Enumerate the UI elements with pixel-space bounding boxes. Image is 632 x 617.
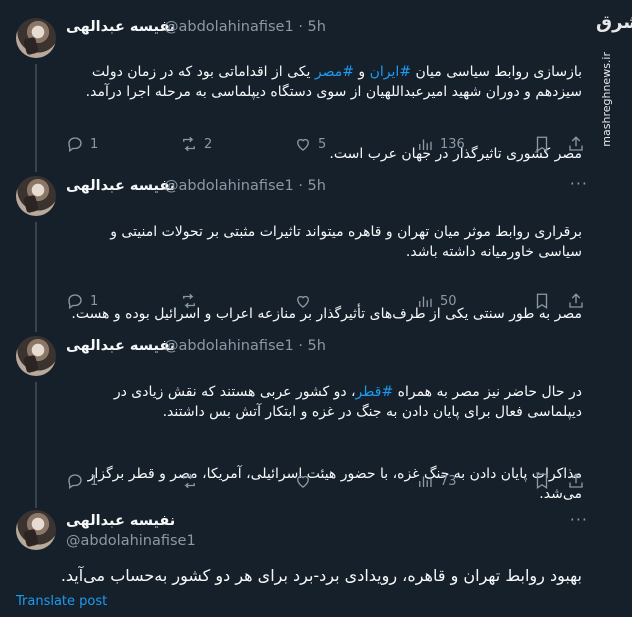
bookmark-icon[interactable] <box>533 135 551 153</box>
timestamp: 5h <box>307 19 326 35</box>
avatar[interactable] <box>16 18 56 58</box>
reply-button[interactable]: 1 <box>66 472 98 490</box>
like-button[interactable]: 5 <box>294 135 326 153</box>
timestamp: 5h <box>307 338 326 354</box>
action-bar: 1 50 <box>66 292 496 312</box>
more-icon[interactable]: ··· <box>570 510 588 529</box>
repost-button[interactable]: 2 <box>180 135 212 153</box>
reply-icon <box>68 137 82 153</box>
hashtag-link[interactable]: #قطر <box>356 384 394 400</box>
hashtag-link[interactable]: #مصر <box>315 64 354 80</box>
hashtag-link[interactable]: #ایران <box>370 64 411 80</box>
reply-button[interactable]: 1 <box>66 135 98 153</box>
avatar[interactable] <box>16 336 56 376</box>
tweet-text: بازسازی روابط سیاسی میان #ایران و #مصر ی… <box>85 64 582 162</box>
bookmark-icon[interactable] <box>533 292 551 310</box>
reply-button[interactable]: 1 <box>66 292 98 310</box>
avatar[interactable] <box>16 510 56 550</box>
repost-button[interactable] <box>180 472 198 490</box>
repost-button[interactable] <box>180 292 198 310</box>
timestamp: 5h <box>307 178 326 194</box>
like-icon <box>297 138 309 151</box>
views-icon <box>419 139 432 150</box>
repost-icon <box>183 136 195 152</box>
bookmark-icon[interactable] <box>533 472 551 490</box>
tweet[interactable]: نفیسه عبدالهی @abdolahinafise1 · 5h ··· … <box>0 170 632 330</box>
views-button[interactable]: 50 <box>416 292 457 310</box>
tweet-text: برقراری روابط موثر میان تهران و قاهره می… <box>71 224 582 322</box>
author-name[interactable]: نفیسه عبدالهی <box>66 19 175 35</box>
main-tweet-text: بهبود روابط تهران و قاهره، رویدادی برد-ب… <box>60 566 582 585</box>
tweet-text: در حال حاضر نیز مصر به همراه #قطر، دو کش… <box>87 384 582 502</box>
author-name[interactable]: نفیسه عبدالهی <box>66 338 175 354</box>
reply-icon <box>68 294 82 310</box>
views-button[interactable]: 136 <box>416 135 465 153</box>
translate-link[interactable]: Translate post <box>16 594 107 609</box>
author-handle[interactable]: @abdolahinafise1 · 5h <box>164 338 326 354</box>
views-icon <box>419 476 432 487</box>
share-icon[interactable] <box>567 292 585 310</box>
author-name[interactable]: نفیسه عبدالهی <box>66 513 175 529</box>
views-button[interactable]: 73 <box>416 472 457 490</box>
share-icon[interactable] <box>567 135 585 153</box>
like-icon <box>297 475 309 488</box>
avatar[interactable] <box>16 176 56 216</box>
like-icon <box>297 295 309 308</box>
action-bar: 1 2 5 136 <box>66 135 496 155</box>
tweet[interactable]: نفیسه عبدالهی @abdolahinafise1 · 5h در ح… <box>0 330 632 505</box>
repost-icon <box>183 293 195 309</box>
reply-icon <box>68 474 82 490</box>
tweet[interactable]: نفیسه عبدالهی @abdolahinafise1 · 5h بازس… <box>0 0 632 170</box>
repost-icon <box>183 473 195 489</box>
more-icon[interactable]: ··· <box>570 174 588 193</box>
author-handle[interactable]: @abdolahinafise1 <box>66 533 196 549</box>
author-handle[interactable]: @abdolahinafise1 · 5h <box>164 19 326 35</box>
author-handle[interactable]: @abdolahinafise1 · 5h <box>164 178 326 194</box>
author-name[interactable]: نفیسه عبدالهی <box>66 178 175 194</box>
like-button[interactable] <box>294 292 312 310</box>
share-icon[interactable] <box>567 472 585 490</box>
action-bar: 1 73 <box>66 472 496 492</box>
like-button[interactable] <box>294 472 312 490</box>
views-icon <box>419 296 432 307</box>
